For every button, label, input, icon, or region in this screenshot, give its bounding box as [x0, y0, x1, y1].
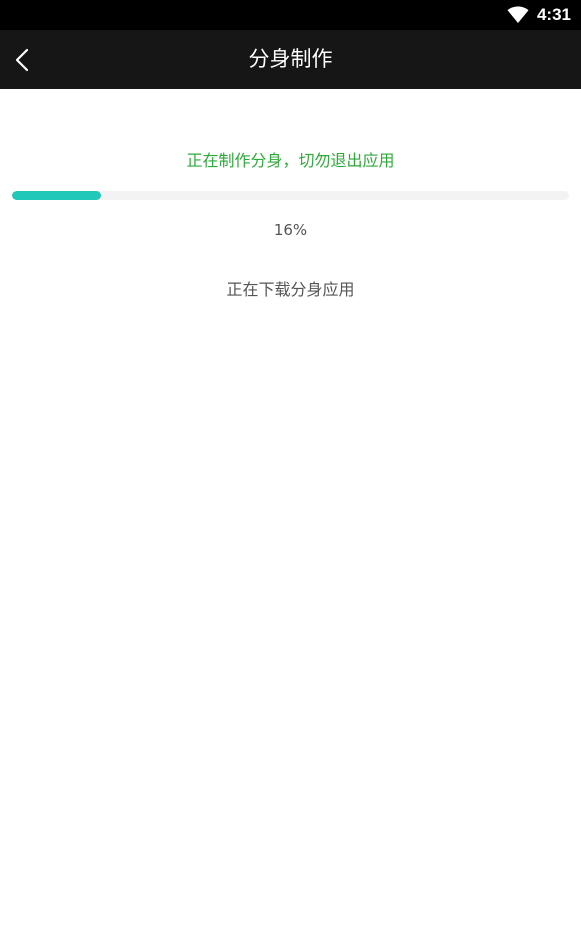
wifi-icon: [507, 6, 529, 23]
status-bar: 4:31: [0, 0, 581, 30]
status-time: 4:31: [536, 5, 571, 24]
progress-percent: 16%: [273, 221, 308, 239]
main-content: 正在制作分身，切勿退出应用 16% 正在下载分身应用: [0, 89, 581, 930]
warning-message: 正在制作分身，切勿退出应用: [186, 151, 395, 170]
app-bar: 分身制作: [0, 30, 581, 89]
status-message: 正在下载分身应用: [226, 280, 355, 299]
progress-bar: [12, 191, 569, 200]
page-title: 分身制作: [248, 47, 333, 71]
status-bar-right: 4:31: [507, 0, 571, 30]
progress-bar-fill: [12, 191, 102, 200]
